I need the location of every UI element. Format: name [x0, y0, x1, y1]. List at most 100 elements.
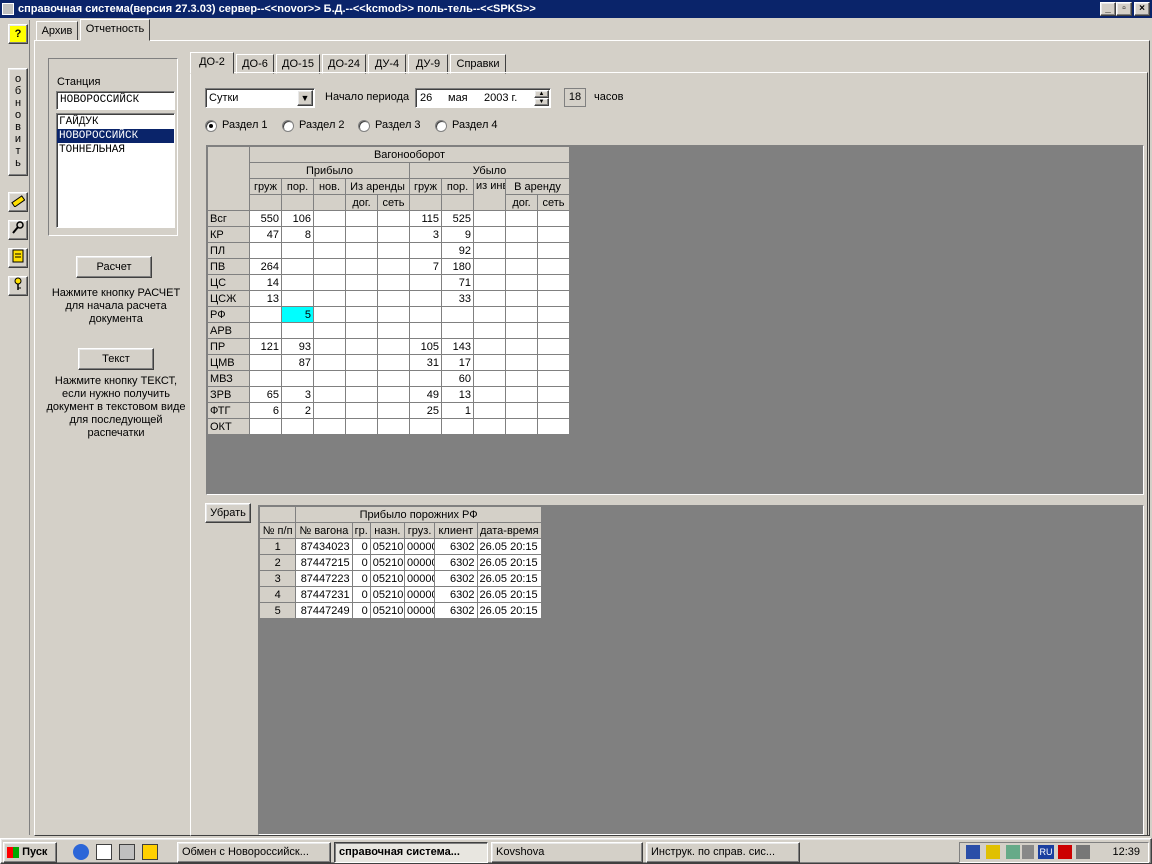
table-cell[interactable]: 05210 — [369, 602, 406, 619]
table-cell[interactable]: 3 — [409, 226, 442, 243]
ie-icon[interactable] — [73, 844, 89, 860]
table-cell[interactable]: 6302 — [434, 570, 478, 587]
tray-icon[interactable] — [1076, 845, 1090, 859]
table-cell[interactable] — [505, 274, 538, 291]
table-cell[interactable] — [281, 322, 314, 339]
table-cell[interactable] — [345, 418, 378, 435]
table-cell[interactable]: 6302 — [434, 554, 478, 571]
table-cell[interactable] — [505, 370, 538, 387]
table-cell[interactable]: 26.05 20:15 — [476, 538, 542, 555]
table-cell[interactable]: 65 — [249, 386, 282, 403]
table-cell[interactable] — [505, 226, 538, 243]
table-cell[interactable] — [536, 322, 571, 339]
table-cell[interactable] — [345, 370, 378, 387]
minimize-button[interactable]: _ — [1100, 2, 1116, 16]
tab-archive[interactable]: Архив — [36, 21, 78, 41]
period-type-select[interactable]: Сутки ▼ — [205, 88, 315, 108]
table-cell[interactable] — [536, 290, 571, 307]
table-cell[interactable] — [281, 290, 314, 307]
table-cell[interactable] — [377, 226, 410, 243]
table-cell[interactable] — [377, 418, 410, 435]
table-cell[interactable] — [345, 402, 378, 419]
table-cell[interactable]: 33 — [441, 290, 474, 307]
table-cell[interactable] — [377, 242, 410, 259]
table-cell[interactable] — [377, 354, 410, 371]
table-cell[interactable]: 17 — [441, 354, 474, 371]
table-cell[interactable] — [505, 258, 538, 275]
table-cell[interactable]: 115 — [409, 210, 442, 227]
table-cell[interactable] — [377, 306, 410, 323]
table-cell[interactable] — [377, 386, 410, 403]
table-cell[interactable] — [536, 338, 571, 355]
table-cell[interactable] — [473, 402, 506, 419]
section-radio-1[interactable] — [205, 120, 217, 132]
table-cell[interactable] — [473, 338, 506, 355]
language-indicator[interactable]: RU — [1038, 845, 1054, 859]
table-cell[interactable] — [313, 402, 346, 419]
wrench-icon[interactable] — [8, 220, 28, 240]
table-cell[interactable] — [536, 210, 571, 227]
table-cell[interactable]: 0 — [351, 554, 371, 571]
table-cell[interactable] — [313, 322, 346, 339]
table-cell[interactable]: 92 — [441, 242, 474, 259]
table-cell[interactable] — [505, 306, 538, 323]
table-cell[interactable]: 00000 — [403, 602, 436, 619]
table-cell[interactable] — [377, 338, 410, 355]
table-cell[interactable] — [377, 370, 410, 387]
table-cell[interactable]: 121 — [249, 338, 282, 355]
table-cell[interactable]: 05210 — [369, 538, 406, 555]
table-cell[interactable] — [345, 258, 378, 275]
task-instructions[interactable]: Инструк. по справ. сис... — [646, 842, 800, 863]
table-cell[interactable] — [409, 290, 442, 307]
table-cell[interactable] — [473, 242, 506, 259]
spin-up-icon[interactable]: ▲ — [534, 90, 549, 98]
table-cell[interactable]: 87447249 — [295, 602, 353, 619]
table-cell[interactable]: 05210 — [369, 570, 406, 587]
table-cell[interactable]: 1 — [441, 402, 474, 419]
station-input[interactable]: НОВОРОССИЙСК — [56, 91, 175, 110]
table-cell[interactable]: 8 — [281, 226, 314, 243]
tool-icon[interactable] — [142, 844, 158, 860]
table-cell[interactable]: 0 — [351, 538, 371, 555]
table-cell[interactable] — [377, 322, 410, 339]
help-button[interactable]: ? — [8, 24, 28, 44]
table-row[interactable]: 3 87447223 0 05210 00000 6302 26.05 20:15 — [258, 570, 542, 587]
table-cell[interactable] — [313, 354, 346, 371]
start-button[interactable]: Пуск — [3, 842, 57, 863]
table-cell[interactable]: 60 — [441, 370, 474, 387]
table-cell[interactable] — [473, 306, 506, 323]
tray-icon[interactable] — [966, 845, 980, 859]
table-cell[interactable]: 05210 — [369, 554, 406, 571]
table-cell[interactable] — [536, 226, 571, 243]
table-cell[interactable] — [345, 226, 378, 243]
table-cell[interactable]: 31 — [409, 354, 442, 371]
table-cell[interactable] — [505, 242, 538, 259]
station-listbox[interactable]: ГАЙДУК НОВОРОССИЙСК ТОННЕЛЬНАЯ — [56, 113, 175, 228]
refresh-button[interactable]: обновить — [8, 68, 28, 176]
table-cell[interactable] — [536, 386, 571, 403]
table-cell[interactable]: 87447231 — [295, 586, 353, 603]
table-cell[interactable] — [313, 386, 346, 403]
table-cell[interactable]: 7 — [409, 258, 442, 275]
table-cell[interactable] — [409, 370, 442, 387]
table-row[interactable]: 1 87434023 0 05210 00000 6302 26.05 20:15 — [258, 538, 542, 555]
table-cell[interactable] — [536, 242, 571, 259]
maximize-button[interactable]: ▫ — [1116, 2, 1132, 16]
table-cell[interactable] — [345, 322, 378, 339]
table-cell[interactable]: 26.05 20:15 — [476, 554, 542, 571]
desktop-icon[interactable] — [119, 844, 135, 860]
table-cell[interactable]: 13 — [441, 386, 474, 403]
task-reference-system[interactable]: справочная система... — [334, 842, 488, 863]
table-cell[interactable]: 105 — [409, 338, 442, 355]
table-cell[interactable]: 0 — [351, 602, 371, 619]
table-cell[interactable] — [281, 370, 314, 387]
eraser-icon[interactable] — [8, 192, 28, 212]
table-cell[interactable]: 87434023 — [295, 538, 353, 555]
table-cell[interactable] — [536, 370, 571, 387]
table-cell[interactable] — [409, 418, 442, 435]
table-cell[interactable] — [536, 274, 571, 291]
table-cell[interactable] — [377, 274, 410, 291]
table-cell[interactable]: 0 — [351, 570, 371, 587]
table-cell[interactable] — [313, 338, 346, 355]
table-cell[interactable] — [536, 402, 571, 419]
